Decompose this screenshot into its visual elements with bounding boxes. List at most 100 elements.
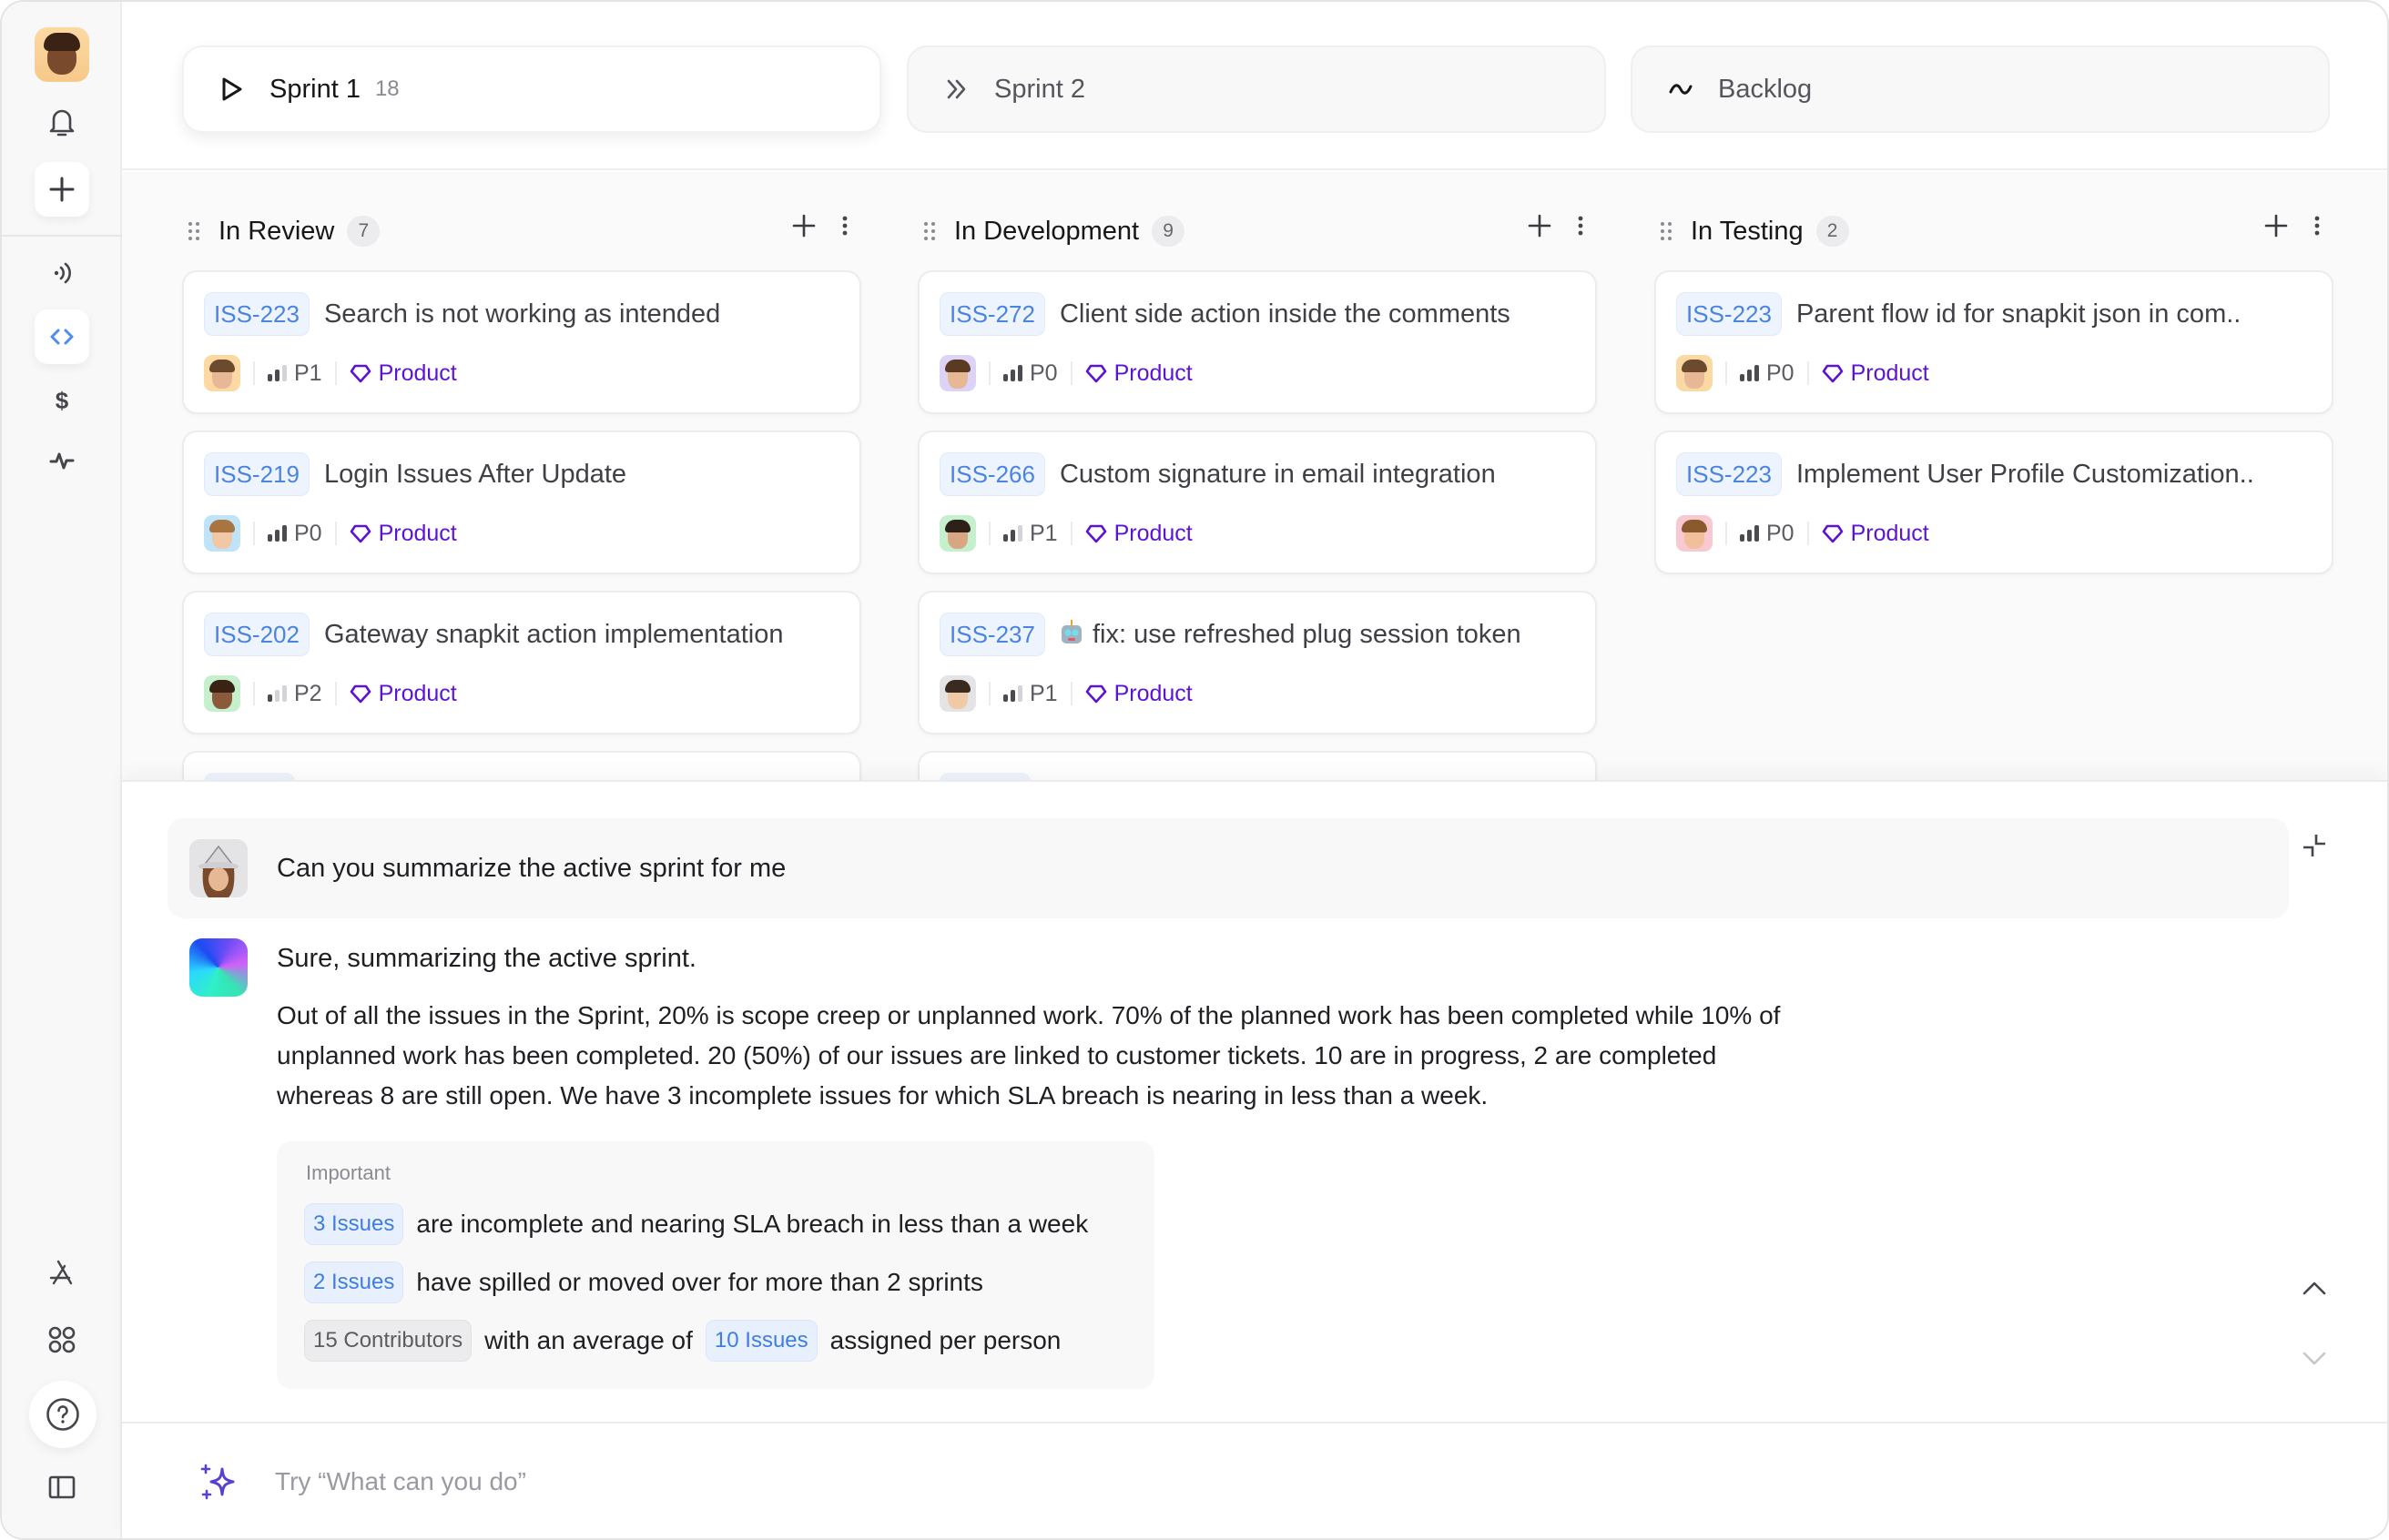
issues-chip[interactable]: 10 Issues [705,1320,818,1362]
divider [989,682,991,705]
issue-id-badge[interactable]: ISS-219 [204,452,310,496]
assignee-avatar[interactable] [1676,515,1713,552]
sidebar-item-app-store[interactable] [35,1245,89,1300]
sidebar-item-broadcast[interactable] [35,246,89,300]
priority-bar [1754,525,1759,542]
issue-card[interactable]: ISS-223 Search is not working as intende… [182,270,861,414]
more-options-icon[interactable] [2313,215,2321,237]
issue-card[interactable]: ISS-266 Custom signature in email integr… [918,431,1597,574]
tab-label: Sprint 1 [269,74,361,104]
issue-title-text: Gateway snapkit action implementation [323,619,784,649]
collapse-panel-button[interactable] [2298,829,2331,862]
issue-card[interactable]: ISS-223 Parent flow id for snapkit json … [1654,270,2333,414]
divider [253,682,255,705]
issue-card[interactable]: ISS-272 Client side action inside the co… [918,270,1597,414]
column-count-badge: 7 [347,216,381,247]
tag-label[interactable]: Product [1085,521,1193,547]
tab-sprint-1[interactable]: Sprint 1 18 [182,46,881,133]
tilde-icon [1665,74,1696,105]
issue-id-badge[interactable]: ISS-223 [204,292,310,336]
priority-bar [268,694,272,702]
priority-bar [1740,374,1744,381]
scroll-down-button[interactable] [2300,1344,2329,1373]
sidebar-item-code[interactable] [35,309,89,364]
issue-card[interactable]: ISS-219 Login Issues After Update P0 Pro… [182,431,861,574]
more-options-icon[interactable] [841,215,849,237]
notifications-button[interactable] [35,95,89,149]
tab-sprint-2[interactable]: Sprint 2 [907,46,1606,133]
issue-id-badge[interactable]: ISS-223 [1676,292,1782,336]
tag-label[interactable]: Product [1822,521,1929,547]
issues-chip[interactable]: 2 Issues [304,1261,404,1303]
issue-title: Implement User Profile Customization.. [1796,460,2254,490]
issue-title: Client side action inside the comments [1060,299,1510,329]
help-button[interactable] [29,1381,97,1448]
drag-handle-icon[interactable] [188,221,200,241]
more-options-icon[interactable] [1577,215,1584,237]
scroll-up-button[interactable] [2300,1273,2329,1302]
add-card-icon[interactable] [1528,214,1551,238]
add-card-icon[interactable] [792,214,816,238]
priority-bar [1747,370,1752,381]
issue-id-badge[interactable]: ISS-272 [940,292,1045,336]
assignee-avatar[interactable] [204,675,240,712]
tag-label[interactable]: Product [350,360,457,387]
sidebar-item-activity[interactable] [35,433,89,488]
tag-label[interactable]: Product [350,521,457,547]
diamond-tag-icon [1822,524,1843,543]
drag-handle-icon[interactable] [923,221,936,241]
priority-bar [268,374,272,381]
issue-card[interactable]: ISS-237 fix: use refreshed plug session … [918,591,1597,735]
priority-bar [282,525,287,542]
issue-card-partial[interactable] [918,751,1597,780]
issue-title-text: fix: use refreshed plug session token [1092,619,1521,649]
tab-backlog[interactable]: Backlog [1631,46,2330,133]
priority-label: P0 [294,520,322,546]
tag-label[interactable]: Product [1085,360,1193,387]
chat-input[interactable] [275,1454,2278,1509]
issue-title: Login Issues After Update [324,460,626,490]
app-store-icon [49,1260,73,1285]
tag-label[interactable]: Product [1822,360,1929,387]
divider [1806,522,1809,545]
priority-bar [275,530,280,542]
contributors-chip[interactable]: 15 Contributors [304,1320,473,1362]
issue-card[interactable]: ISS-223 Implement User Profile Customiza… [1654,431,2333,574]
issue-id-badge[interactable]: ISS-237 [940,613,1045,656]
create-button[interactable] [35,162,89,217]
issues-chip[interactable]: 3 Issues [304,1203,404,1245]
important-row-text: with an average of [484,1326,693,1354]
signal-icon [54,262,71,284]
column-header: In Testing 2 [1654,208,2333,254]
profile-avatar[interactable] [35,27,89,82]
assignee-avatar[interactable] [940,675,976,712]
assignee-avatar[interactable] [1676,355,1713,391]
tag-label[interactable]: Product [350,681,457,707]
tag-label[interactable]: Product [1085,681,1193,707]
add-card-icon[interactable] [2264,214,2288,238]
priority-label: P0 [1766,360,1794,386]
toggle-sidebar-button[interactable] [35,1460,89,1515]
priority-label: P0 [1766,520,1794,546]
issue-id-badge[interactable]: ISS-223 [1676,452,1782,496]
assignee-avatar[interactable] [204,355,240,391]
priority-bar [1747,530,1752,542]
issue-id-badge[interactable]: ISS-202 [204,613,310,656]
sidebar-item-billing[interactable]: $ [35,373,89,428]
priority-bar [282,365,287,381]
assignee-avatar[interactable] [940,355,976,391]
sidebar-item-apps[interactable] [35,1312,89,1367]
priority-bar [1011,530,1015,542]
issue-card[interactable]: ISS-202 Gateway snapkit action implement… [182,591,861,735]
assignee-avatar[interactable] [940,515,976,552]
issue-title-text: Custom signature in email integration [1059,459,1496,489]
priority-bar [1754,365,1759,381]
tab-count: 18 [374,76,400,101]
issue-card-partial[interactable] [182,751,861,780]
divider [1070,361,1073,385]
tag-text: Product [378,680,457,706]
important-row-text: are incomplete and nearing SLA breach in… [416,1210,1089,1238]
drag-handle-icon[interactable] [1660,221,1672,241]
assignee-avatar[interactable] [204,515,240,552]
issue-id-badge[interactable]: ISS-266 [940,452,1045,496]
